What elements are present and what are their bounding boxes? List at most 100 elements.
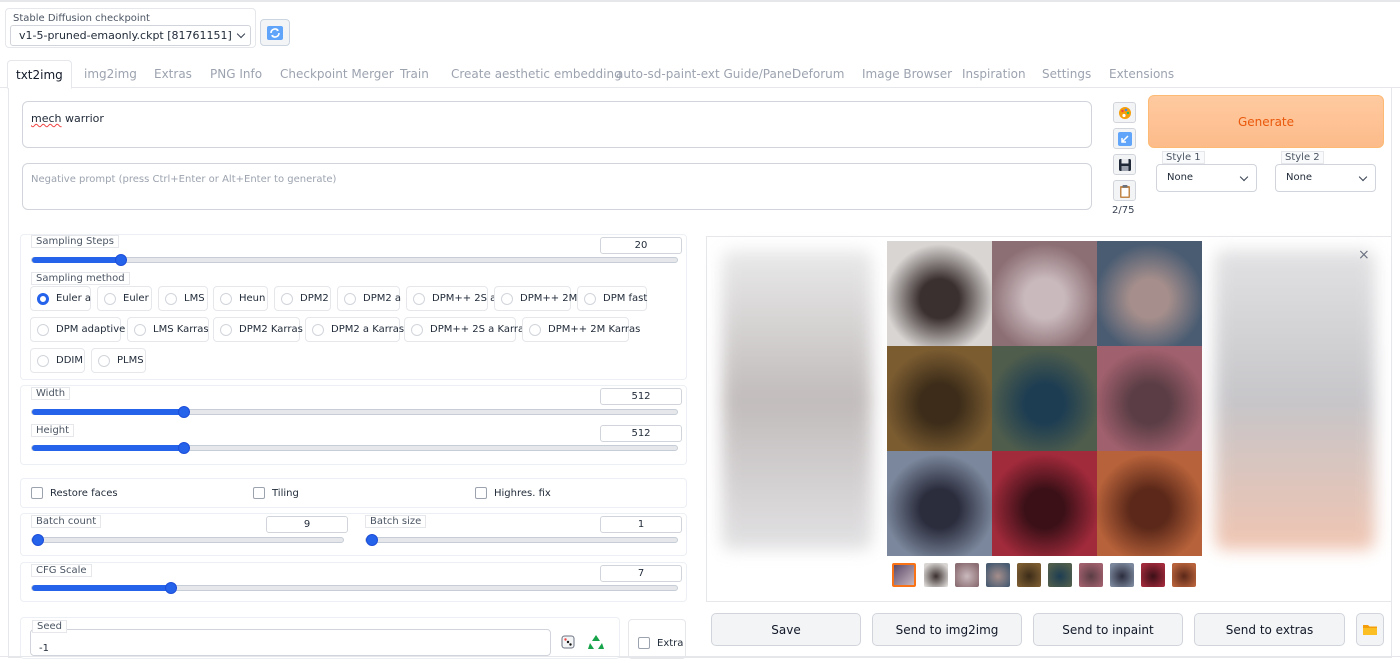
slider-thumb[interactable] xyxy=(366,534,378,546)
result-image-5[interactable] xyxy=(992,346,1097,451)
sampler-dpm2-karras[interactable]: DPM2 Karras xyxy=(213,317,303,342)
tab-txt2img[interactable]: txt2img xyxy=(7,60,72,89)
height-input[interactable]: 512 xyxy=(600,425,682,442)
send-to-img2img-button[interactable]: Send to img2img xyxy=(872,613,1022,646)
send-to-inpaint-button[interactable]: Send to inpaint xyxy=(1033,613,1183,646)
result-image-6[interactable] xyxy=(1097,346,1202,451)
thumbnail-1[interactable] xyxy=(924,563,948,587)
open-folder-button[interactable] xyxy=(1356,613,1384,646)
read-params-button[interactable] xyxy=(1113,128,1136,149)
style1-select[interactable]: None xyxy=(1156,164,1257,192)
sampler-dpmpp-2m-karras[interactable]: DPM++ 2M Karras xyxy=(522,317,640,342)
sampler-dpm-fast[interactable]: DPM fast xyxy=(577,286,647,311)
sampler-dpmpp-2s-a[interactable]: DPM++ 2S a xyxy=(406,286,496,311)
batch-size-slider[interactable] xyxy=(365,534,678,546)
sampler-dpm2[interactable]: DPM2 xyxy=(274,286,331,311)
sampler-dpmpp-2s-a-karras[interactable]: DPM++ 2S a Karras xyxy=(404,317,529,342)
extra-seed-checkbox[interactable]: Extra xyxy=(638,637,683,649)
highres-fix-checkbox[interactable]: Highres. fix xyxy=(475,487,551,499)
sampler-euler[interactable]: Euler xyxy=(97,286,152,311)
thumbnail-2[interactable] xyxy=(955,563,979,587)
restore-faces-checkbox[interactable]: Restore faces xyxy=(31,487,118,499)
tab-inspiration[interactable]: Inspiration xyxy=(962,60,1026,88)
sampler-ddim[interactable]: DDIM xyxy=(30,348,85,373)
batch-size-input[interactable]: 1 xyxy=(600,516,682,533)
batch-count-slider[interactable] xyxy=(31,534,344,546)
thumbnail-grid[interactable] xyxy=(892,563,916,587)
sampler-dpm2-a[interactable]: DPM2 a xyxy=(337,286,401,311)
slider-thumb[interactable] xyxy=(178,442,190,454)
result-image-3[interactable] xyxy=(1097,241,1202,346)
generate-button[interactable]: Generate xyxy=(1148,95,1384,148)
tab-train[interactable]: Train xyxy=(400,60,429,88)
sampler-lms[interactable]: LMS xyxy=(158,286,208,311)
sampler-dpm2-a-karras[interactable]: DPM2 a Karras xyxy=(305,317,404,342)
result-image-7[interactable] xyxy=(887,451,992,556)
tab-extras[interactable]: Extras xyxy=(154,60,192,88)
paste-button[interactable] xyxy=(1113,180,1136,201)
batch-group: Batch count 9 Batch size 1 xyxy=(20,513,687,556)
style2-dropdown[interactable]: Style 2 None xyxy=(1275,150,1376,193)
thumbnail-4[interactable] xyxy=(1017,563,1041,587)
width-slider[interactable] xyxy=(31,406,678,418)
thumbnail-5[interactable] xyxy=(1048,563,1072,587)
tab-image-browser[interactable]: Image Browser xyxy=(862,60,952,88)
result-image-9[interactable] xyxy=(1097,451,1202,556)
tab-settings[interactable]: Settings xyxy=(1042,60,1091,88)
slider-thumb[interactable] xyxy=(115,254,127,266)
style1-dropdown[interactable]: Style 1 None xyxy=(1156,150,1257,193)
cfg-scale-input[interactable]: 7 xyxy=(600,565,682,582)
prompt-word-misspelled: mech xyxy=(31,112,62,125)
slider-thumb[interactable] xyxy=(165,582,177,594)
negative-prompt-input[interactable]: Negative prompt (press Ctrl+Enter or Alt… xyxy=(22,163,1092,210)
tab-paint-ext[interactable]: auto-sd-paint-ext Guide/Panel xyxy=(616,60,795,88)
width-label: Width xyxy=(31,387,71,400)
tab-extensions[interactable]: Extensions xyxy=(1109,60,1174,88)
tab-deforum[interactable]: Deforum xyxy=(792,60,844,88)
thumbnail-3[interactable] xyxy=(986,563,1010,587)
refresh-button[interactable] xyxy=(260,19,290,46)
style-apply-button[interactable] xyxy=(1113,102,1136,123)
tab-png-info[interactable]: PNG Info xyxy=(210,60,262,88)
thumbnail-8[interactable] xyxy=(1141,563,1165,587)
save-style-button[interactable] xyxy=(1113,154,1136,175)
batch-count-input[interactable]: 9 xyxy=(266,516,348,533)
sampler-lms-karras[interactable]: LMS Karras xyxy=(127,317,209,342)
sampler-euler-a[interactable]: Euler a xyxy=(30,286,91,311)
result-image-4[interactable] xyxy=(887,346,992,451)
random-seed-button[interactable] xyxy=(556,628,580,655)
sampler-dpmpp-2m[interactable]: DPM++ 2M xyxy=(494,286,577,311)
sampling-steps-input[interactable]: 20 xyxy=(600,237,682,254)
radio-dot xyxy=(165,292,177,305)
style2-value: None xyxy=(1286,172,1313,183)
checkpoint-select[interactable]: v1-5-pruned-emaonly.ckpt [81761151] xyxy=(10,25,251,46)
result-image-2[interactable] xyxy=(992,241,1097,346)
sampler-dpm-adaptive[interactable]: DPM adaptive xyxy=(30,317,125,342)
bottom-divider xyxy=(0,656,1400,657)
slider-thumb[interactable] xyxy=(178,406,190,418)
sampler-plms[interactable]: PLMS xyxy=(91,348,146,373)
tab-checkpoint-merger[interactable]: Checkpoint Merger xyxy=(280,60,394,88)
tiling-checkbox[interactable]: Tiling xyxy=(253,487,299,499)
tab-aesthetic-embedding[interactable]: Create aesthetic embedding xyxy=(451,60,622,88)
seed-input[interactable]: -1 xyxy=(30,629,551,656)
close-icon[interactable]: × xyxy=(1358,247,1370,263)
slider-thumb[interactable] xyxy=(32,534,44,546)
height-slider[interactable] xyxy=(31,442,678,454)
sampler-label: DPM2 Karras xyxy=(239,324,303,335)
save-button[interactable]: Save xyxy=(711,613,861,646)
thumbnail-7[interactable] xyxy=(1110,563,1134,587)
result-image-1[interactable] xyxy=(887,241,992,346)
sampler-heun[interactable]: Heun xyxy=(213,286,268,311)
cfg-scale-slider[interactable] xyxy=(31,582,678,594)
sampling-steps-slider[interactable] xyxy=(31,254,678,266)
result-image-8[interactable] xyxy=(992,451,1097,556)
thumbnail-9[interactable] xyxy=(1172,563,1196,587)
tab-img2img[interactable]: img2img xyxy=(84,60,137,88)
reuse-seed-button[interactable] xyxy=(584,628,608,655)
width-input[interactable]: 512 xyxy=(600,388,682,405)
prompt-input[interactable]: mech warrior xyxy=(22,101,1092,148)
send-to-extras-button[interactable]: Send to extras xyxy=(1194,613,1345,646)
style2-select[interactable]: None xyxy=(1275,164,1376,192)
thumbnail-6[interactable] xyxy=(1079,563,1103,587)
